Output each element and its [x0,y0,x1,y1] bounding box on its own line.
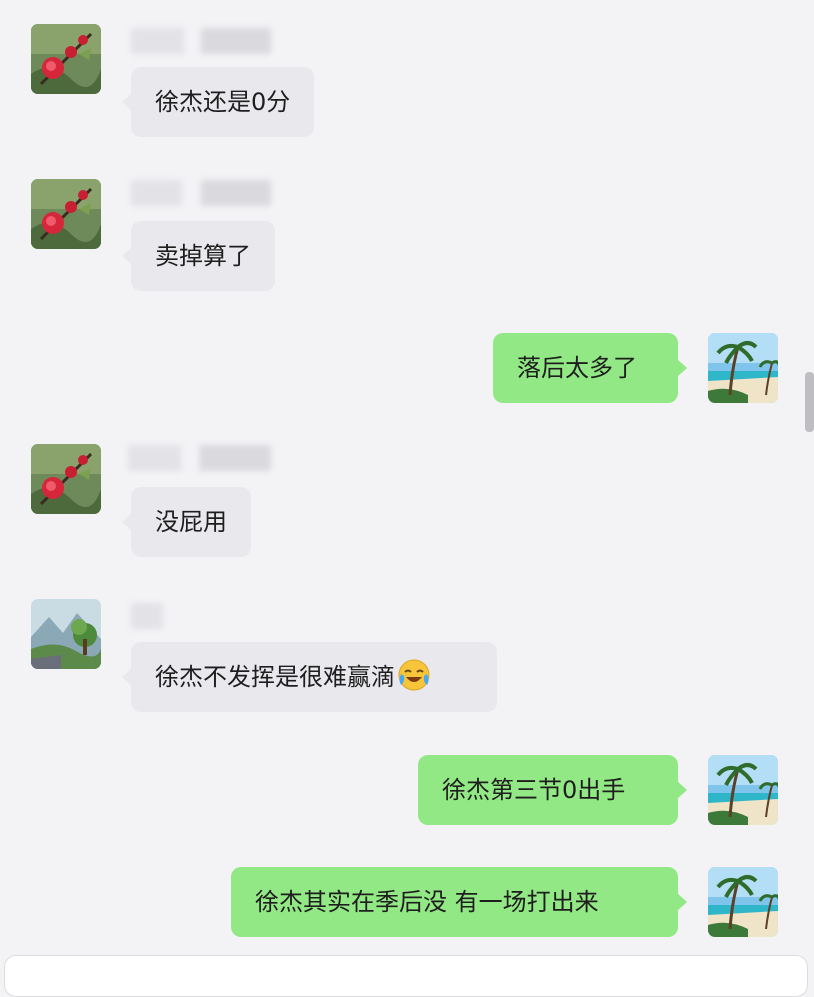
outgoing-message-bubble[interactable]: 徐杰其实在季后没 有一场打出来 [231,867,687,937]
contact-avatar[interactable] [31,24,101,94]
landscape-avatar-image [31,599,101,669]
chat-panel: 徐杰还是0分 卖掉算了 落后太多了 没屁用 徐杰不发挥是很难赢滴 徐杰第三节0出… [0,0,814,997]
blurred-sender-name [131,28,271,54]
self-avatar[interactable] [708,333,778,403]
incoming-message-bubble[interactable]: 徐杰不发挥是很难赢滴 [122,642,497,712]
incoming-message-bubble[interactable]: 徐杰还是0分 [121,67,315,137]
message-input-area[interactable] [4,955,808,997]
contact-avatar[interactable] [31,444,101,514]
contact-avatar[interactable] [31,599,101,669]
chat-scrollbar[interactable] [805,372,814,432]
crying-laughing-emoji-icon [398,659,430,691]
blurred-sender-name [131,180,271,206]
outgoing-message-bubble[interactable]: 落后太多了 [493,333,687,403]
red-flower-avatar-image [31,24,101,94]
beach-palm-avatar-image [708,755,778,825]
red-flower-avatar-image [31,444,101,514]
self-avatar[interactable] [708,755,778,825]
beach-palm-avatar-image [708,333,778,403]
self-avatar[interactable] [708,867,778,937]
contact-avatar[interactable] [31,179,101,249]
outgoing-message-bubble[interactable]: 徐杰第三节0出手 [418,755,687,825]
message-text: 徐杰不发挥是很难赢滴 [155,663,395,691]
beach-palm-avatar-image [708,867,778,937]
incoming-message-bubble[interactable]: 没屁用 [122,487,251,557]
blurred-sender-name [131,603,163,629]
incoming-message-bubble[interactable]: 卖掉算了 [122,221,275,291]
red-flower-avatar-image [31,179,101,249]
blurred-sender-name [128,445,271,471]
